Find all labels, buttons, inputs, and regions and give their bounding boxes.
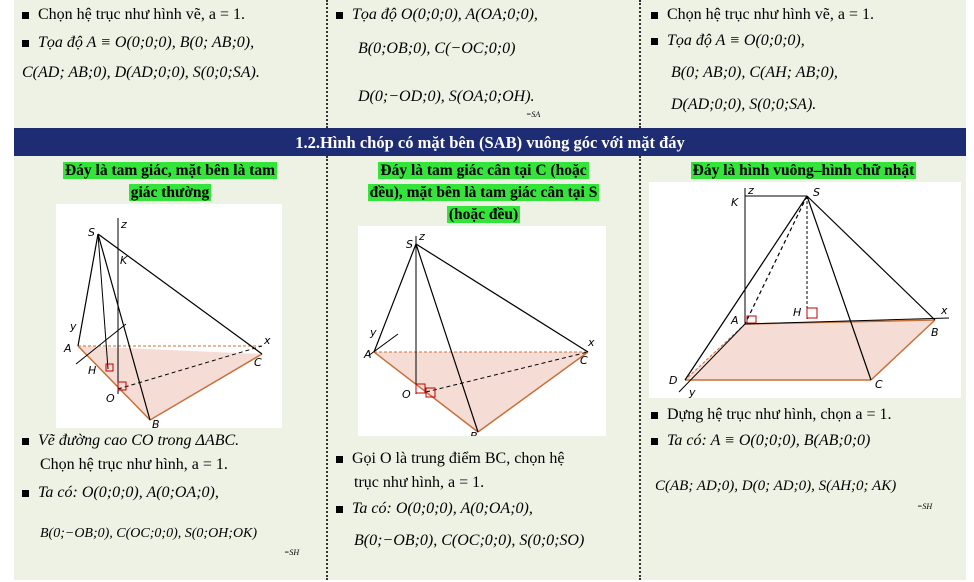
text-line: B(0;OB;0), C(−OC;0;0) (358, 40, 516, 57)
bullet-icon (22, 39, 29, 47)
svg-text:S: S (88, 226, 95, 239)
case-isosceles: Đáy là tam giác cân tại C (hoặc đều), mặ… (326, 156, 641, 580)
svg-text:K: K (120, 254, 128, 267)
svg-text:S: S (406, 238, 413, 251)
bullet-icon (651, 11, 658, 19)
svg-text:S: S (813, 186, 820, 199)
text-line: Chọn hệ trục như hình, a = 1. (40, 456, 228, 473)
svg-text:H: H (88, 364, 96, 377)
text-line: D(AD;0;0), S(0;0;SA). (671, 96, 817, 113)
text-line: Gọi O là trung điểm BC, chọn hệ (352, 450, 565, 467)
text-line: D(0;−OD;0), S(OA;0;OH). (358, 88, 535, 105)
text-line: Ta có: O(0;0;0), A(0;OA;0), (352, 500, 533, 517)
svg-text:z: z (747, 184, 754, 197)
bullet-icon (651, 37, 658, 45)
pyramid-figure-1: Sz Ky A H O B Cx (56, 204, 282, 428)
subscript-label: =SH (284, 548, 300, 557)
svg-text:z: z (418, 230, 425, 243)
svg-text:K: K (731, 196, 739, 209)
document-table: Chọn hệ trục như hình vẽ, a = 1. Tọa độ … (14, 0, 966, 580)
pyramid-figure-3: Kz S H Ax B D y C (649, 182, 961, 398)
svg-text:x: x (587, 336, 595, 349)
svg-text:y: y (369, 326, 377, 339)
case-header: Đáy là tam giác, mặt bên là tam giác thư… (62, 162, 278, 201)
svg-text:A: A (63, 342, 72, 355)
svg-text:z: z (120, 218, 127, 231)
svg-text:B: B (152, 418, 160, 428)
svg-text:O: O (402, 388, 411, 401)
case-square-rectangle: Đáy là hình vuông–hình chữ nhật Kz S H A… (641, 156, 966, 580)
text-line: Tọa độ O(0;0;0), A(OA;0;0), (352, 6, 538, 23)
svg-text:C: C (580, 354, 588, 367)
top-cell-2: Tọa độ O(0;0;0), A(OA;0;0), B(0;OB;0), C… (326, 0, 641, 128)
section-title: 1.2.Hình chóp có mặt bên (SAB) vuông góc… (14, 130, 966, 156)
text-line: Tọa độ A ≡ O(0;0;0), B(0; AB;0), (38, 34, 255, 51)
subscript-label: =SH (917, 502, 933, 511)
text-line: Vẽ đường cao CO trong ΔABC. (38, 432, 240, 449)
svg-text:C: C (875, 378, 883, 391)
bullet-icon (651, 437, 658, 445)
text-line: Dựng hệ trục như hình, chọn a = 1. (667, 406, 892, 423)
top-cell-3: Chọn hệ trục như hình vẽ, a = 1. Tọa độ … (641, 0, 966, 128)
text-line: B(0;−OB;0), C(OC;0;0), S(0;0;SO) (354, 532, 585, 549)
svg-text:B: B (470, 430, 478, 436)
svg-text:C: C (254, 356, 262, 369)
bullet-icon (22, 437, 29, 445)
bullet-icon (336, 11, 343, 19)
svg-text:y: y (688, 386, 696, 398)
bullet-icon (22, 11, 29, 19)
bullet-icon (336, 505, 343, 513)
bullet-icon (336, 455, 343, 463)
text-line: Chọn hệ trục như hình vẽ, a = 1. (38, 6, 245, 23)
bullet-icon (651, 411, 658, 419)
case-header: Đáy là hình vuông–hình chữ nhật (690, 162, 917, 179)
bullet-icon (22, 489, 29, 497)
top-cell-1: Chọn hệ trục như hình vẽ, a = 1. Tọa độ … (14, 0, 326, 128)
svg-text:O: O (106, 392, 115, 405)
svg-text:y: y (69, 320, 77, 333)
cases-row: Đáy là tam giác, mặt bên là tam giác thư… (14, 156, 966, 580)
svg-text:H: H (793, 306, 801, 319)
text-line: C(AB; AD;0), D(0; AD;0), S(AH;0; AK) (655, 478, 897, 494)
text-line: Ta có: O(0;0;0), A(0;OA;0), (38, 484, 219, 501)
text-line: B(0; AB;0), C(AH; AB;0), (671, 64, 838, 81)
svg-text:x: x (263, 334, 271, 347)
svg-text:A: A (730, 314, 739, 327)
text-line: Tọa độ A ≡ O(0;0;0), (667, 32, 805, 49)
text-line: trục như hình, a = 1. (354, 474, 485, 491)
text-line: B(0;−OB;0), C(OC;0;0), S(0;OH;OK) (40, 526, 258, 541)
case-header: Đáy là tam giác cân tại C (hoặc đều), mặ… (367, 162, 600, 223)
pyramid-figure-2: Sz yA O B Cx (358, 226, 606, 436)
svg-text:D: D (669, 374, 677, 387)
svg-text:B: B (931, 326, 939, 339)
svg-text:A: A (363, 348, 372, 361)
svg-text:x: x (940, 304, 948, 317)
text-line: C(AD; AB;0), D(AD;0;0), S(0;0;SA). (22, 64, 260, 81)
subscript-label: =SA (526, 110, 541, 119)
text-line: Ta có: A ≡ O(0;0;0), B(AB;0;0) (667, 432, 871, 449)
coordinates-row: Chọn hệ trục như hình vẽ, a = 1. Tọa độ … (14, 0, 966, 130)
text-line: Chọn hệ trục như hình vẽ, a = 1. (667, 6, 874, 23)
case-triangle-general: Đáy là tam giác, mặt bên là tam giác thư… (14, 156, 326, 580)
